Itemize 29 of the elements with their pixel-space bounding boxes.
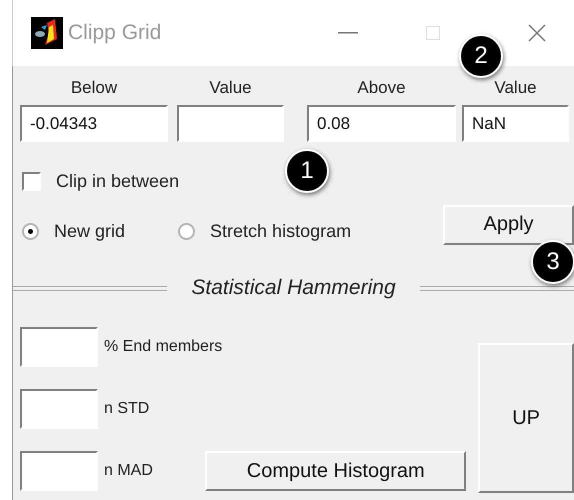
apply-button[interactable]: Apply bbox=[443, 204, 574, 244]
field-label: Below bbox=[70, 78, 118, 98]
radio-button[interactable] bbox=[178, 222, 196, 240]
minimize-icon[interactable] bbox=[338, 32, 358, 34]
field-label: % End members bbox=[104, 338, 222, 356]
value-field[interactable]: 0.08 bbox=[307, 105, 456, 142]
value-field[interactable] bbox=[20, 451, 98, 491]
radio-label: Stretch histogram bbox=[210, 220, 352, 242]
close-icon[interactable] bbox=[528, 24, 546, 42]
field-label: n STD bbox=[104, 400, 150, 418]
checkbox-label: Clip in between bbox=[56, 170, 180, 192]
window-title: Clipp Grid bbox=[68, 21, 162, 45]
field-label: n MAD bbox=[104, 462, 153, 480]
field-label: Value bbox=[494, 78, 537, 98]
app-logo-icon bbox=[31, 17, 63, 49]
field-label: Value bbox=[209, 78, 252, 98]
section-title: Statistical Hammering bbox=[190, 276, 397, 300]
callout-badge: 2 bbox=[459, 34, 503, 78]
value-field[interactable]: NaN bbox=[462, 105, 569, 142]
compute-histogram-button[interactable]: Compute Histogram bbox=[205, 451, 466, 491]
value-field[interactable] bbox=[177, 105, 284, 142]
radio-button[interactable] bbox=[22, 222, 39, 240]
radio-label: New grid bbox=[54, 220, 126, 242]
checkbox[interactable] bbox=[22, 172, 41, 190]
field-label: Above bbox=[357, 78, 406, 98]
value-field[interactable] bbox=[20, 389, 98, 429]
up-button[interactable]: UP bbox=[478, 343, 574, 493]
value-field[interactable] bbox=[20, 327, 98, 367]
value-field[interactable]: -0.04343 bbox=[20, 105, 168, 142]
